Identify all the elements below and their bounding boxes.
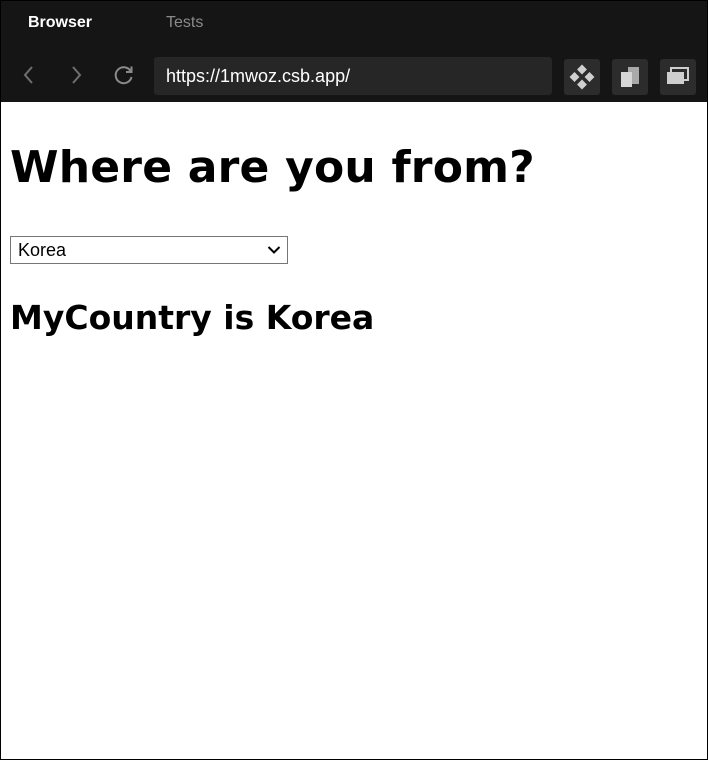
country-result: MyCountry is Korea [10, 297, 374, 339]
country-select[interactable]: Korea [10, 236, 288, 264]
address-bar[interactable]: https://1mwoz.csb.app/ [154, 57, 552, 95]
chevron-down-icon [267, 246, 281, 254]
url-text: https://1mwoz.csb.app/ [166, 66, 351, 86]
country-select-value: Korea [18, 240, 67, 260]
copy-icon [621, 67, 639, 87]
tab-bar: Browser Tests [1, 1, 707, 47]
devtools-icon [569, 64, 595, 90]
page-title: Where are you from? [10, 142, 535, 193]
result-prefix: MyCountry is [10, 298, 266, 337]
reload-icon [114, 66, 133, 85]
copy-button[interactable] [612, 59, 648, 95]
result-country: Korea [265, 298, 375, 337]
browser-window: Browser Tests https://1mwoz.csb.app/ Whe… [0, 0, 708, 760]
back-button[interactable] [13, 59, 45, 91]
tab-tests[interactable]: Tests [166, 13, 203, 33]
page-content: Where are you from? Korea MyCountry is K… [1, 102, 707, 759]
browser-toolbar: https://1mwoz.csb.app/ [1, 47, 707, 102]
reload-button[interactable] [108, 59, 140, 91]
back-icon [23, 66, 33, 84]
forward-button[interactable] [60, 59, 92, 91]
devtools-button[interactable] [564, 59, 600, 95]
forward-icon [72, 66, 82, 84]
new-window-icon [667, 67, 689, 84]
tab-browser[interactable]: Browser [28, 13, 92, 33]
new-window-button[interactable] [660, 59, 696, 95]
